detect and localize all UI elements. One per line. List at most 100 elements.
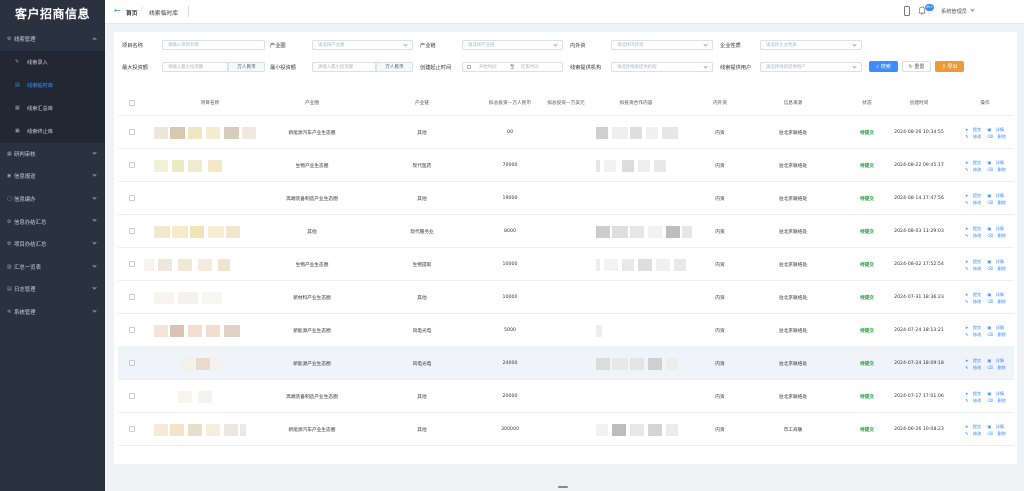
sidebar-item-system[interactable]: ✲ 系统管理 — [0, 301, 105, 324]
submit-link[interactable]: ➤ 提交 — [965, 258, 984, 265]
sidebar-item-info-done[interactable]: ⚙ 信息办结汇总 — [0, 210, 105, 233]
provider-org-select[interactable]: 请选择线索提供机构 — [611, 62, 713, 72]
table-row[interactable]: 高端装备制造产业生态圈 其他 20000 内资 驻北京联络处 待提交 2024-07-17 … — [118, 380, 1014, 413]
calendar-icon — [467, 65, 471, 69]
sidebar-item-project-done[interactable]: ⚙ 项目办结汇总 — [0, 233, 105, 256]
edit-link[interactable]: ✎ 修改 — [965, 430, 984, 437]
row-checkbox[interactable] — [129, 294, 135, 300]
sidebar-item-clue-entry[interactable]: ✎ 线索录入 — [0, 51, 105, 74]
submit-link[interactable]: ➤ 提交 — [965, 357, 984, 364]
detail-link[interactable]: ▣ 详情 — [987, 291, 1007, 298]
edit-link[interactable]: ✎ 修改 — [965, 166, 984, 173]
delete-link[interactable]: ⌫ 删除 — [987, 232, 1009, 239]
sidebar-item-logs[interactable]: ▤ 日志管理 — [0, 278, 105, 301]
arrow-left-icon[interactable]: ← — [114, 6, 121, 15]
detail-link[interactable]: ▣ 详情 — [987, 159, 1007, 166]
redacted-project-name — [188, 127, 202, 139]
project-name-input[interactable] — [162, 40, 265, 50]
resize-handle[interactable] — [558, 486, 568, 488]
detail-link[interactable]: ▣ 详情 — [987, 423, 1007, 430]
detail-link[interactable]: ▣ 详情 — [987, 192, 1007, 199]
edit-link[interactable]: ✎ 修改 — [965, 265, 984, 272]
min-invest-input[interactable] — [312, 62, 376, 72]
edit-link[interactable]: ✎ 修改 — [965, 298, 984, 305]
table-row[interactable]: 新能源汽车产业生态圈 其他 00 内资 驻北京联络处 待提交 2024-08-26 10:3… — [118, 116, 1014, 149]
submit-link[interactable]: ➤ 提交 — [965, 126, 984, 133]
row-checkbox[interactable] — [129, 327, 135, 333]
submit-link[interactable]: ➤ 提交 — [965, 423, 984, 430]
user-name[interactable]: 系统管理员 — [941, 8, 967, 15]
row-checkbox[interactable] — [129, 129, 135, 135]
submit-link[interactable]: ➤ 提交 — [965, 291, 984, 298]
delete-link[interactable]: ⌫ 删除 — [987, 331, 1009, 338]
delete-link[interactable]: ⌫ 删除 — [987, 166, 1009, 173]
edit-link[interactable]: ✎ 修改 — [965, 199, 984, 206]
sidebar-item-clue-management[interactable]: ⚙ 线索管理 — [0, 28, 105, 51]
row-checkbox[interactable] — [129, 261, 135, 267]
submit-link[interactable]: ➤ 提交 — [965, 159, 984, 166]
breadcrumb-home[interactable]: 首页 — [126, 8, 138, 17]
detail-link[interactable]: ▣ 详情 — [987, 390, 1007, 397]
table-row[interactable]: 高端装备制造产业生态圈 其他 19000 内资 驻北京联络处 待提交 2024-08-14 … — [118, 182, 1014, 215]
row-checkbox[interactable] — [129, 162, 135, 168]
sidebar-item-review[interactable]: ▦ 研判审核 — [0, 143, 105, 166]
detail-link[interactable]: ▣ 详情 — [987, 258, 1007, 265]
search-button[interactable]: ⌕ 搜索 — [869, 61, 898, 72]
sidebar-item-clue-summary[interactable]: ▦ 线索汇总库 — [0, 97, 105, 120]
enterprise-type-select[interactable]: 请选择企业性质 — [760, 40, 862, 50]
detail-link[interactable]: ▣ 详情 — [987, 324, 1007, 331]
cell-industry-chain: 生物提取 — [412, 262, 432, 268]
detail-link[interactable]: ▣ 详情 — [987, 225, 1007, 232]
notification-badge: 99+ — [925, 4, 934, 11]
delete-link[interactable]: ⌫ 删除 — [987, 199, 1009, 206]
table-row[interactable]: 新能源产业生态圈 风电光电 5000 内资 驻北京联络处 待提交 2024-07-24 18… — [118, 314, 1014, 347]
industry-circle-select[interactable]: 请选择产业圈 — [312, 40, 413, 50]
submit-link[interactable]: ➤ 提交 — [965, 390, 984, 397]
table-row[interactable]: 新材料产业生态圈 其他 10000 内资 驻北京联络处 待提交 2024-07-31 18:… — [118, 281, 1014, 314]
table-row[interactable]: 新能源产业生态圈 风电光电 24000 内资 驻北京联络处 待提交 2024-07-24 1… — [118, 347, 1014, 380]
table-row[interactable]: 新能源汽车产业生态圈 其他 300000 内资 市工商联 待提交 2024-06-26 10… — [118, 413, 1014, 446]
sidebar-item-edit[interactable]: ▢ 信息编办 — [0, 188, 105, 211]
redacted-project-name — [206, 325, 220, 337]
edit-link[interactable]: ✎ 修改 — [965, 331, 984, 338]
max-invest-input[interactable] — [162, 62, 228, 72]
industry-chain-select[interactable]: 请选择产业链 — [462, 40, 563, 50]
sidebar-item-clue-terminated[interactable]: ▣ 线索终止库 — [0, 120, 105, 143]
row-checkbox[interactable] — [129, 426, 135, 432]
submit-link[interactable]: ➤ 提交 — [965, 192, 984, 199]
table-row[interactable]: 生物产业生态圈 生物提取 10000 内资 驻北京联络处 待提交 2024-08-02 17… — [118, 248, 1014, 281]
delete-link[interactable]: ⌫ 删除 — [987, 430, 1009, 437]
phone-icon[interactable] — [904, 6, 910, 16]
export-button[interactable]: ⇩ 导出 — [935, 61, 964, 72]
sidebar-item-clue-temp[interactable]: ▤ 线索临时库 — [0, 74, 105, 97]
delete-link[interactable]: ⌫ 删除 — [987, 133, 1009, 140]
table-row[interactable]: 其他 现代服务业 8000 内资 驻北京联络处 待提交 2024-08-03 11:29:0… — [118, 215, 1014, 248]
create-time-range[interactable]: 开始时间 至 结束时间 — [462, 62, 563, 72]
cell-create-time: 2024-06-26 10:08:23 — [894, 427, 944, 432]
row-checkbox[interactable] — [129, 360, 135, 366]
sidebar-item-overview[interactable]: ▥ 汇总一览表 — [0, 256, 105, 279]
submit-link[interactable]: ➤ 提交 — [965, 324, 984, 331]
edit-link[interactable]: ✎ 修改 — [965, 232, 984, 239]
table-row[interactable]: 生物产业生态圈 现代医药 70000 内资 驻北京联络处 待提交 2024-08-22 09… — [118, 149, 1014, 182]
delete-link[interactable]: ⌫ 删除 — [987, 397, 1009, 404]
row-checkbox[interactable] — [129, 195, 135, 201]
chevron-down-icon[interactable] — [970, 7, 975, 12]
detail-link[interactable]: ▣ 详情 — [987, 126, 1007, 133]
row-checkbox[interactable] — [129, 393, 135, 399]
edit-link[interactable]: ✎ 修改 — [965, 364, 984, 371]
select-all-checkbox[interactable] — [129, 100, 135, 106]
submit-link[interactable]: ➤ 提交 — [965, 225, 984, 232]
sidebar-item-report[interactable]: ◉ 信息报送 — [0, 165, 105, 188]
edit-link[interactable]: ✎ 修改 — [965, 397, 984, 404]
delete-link[interactable]: ⌫ 删除 — [987, 265, 1009, 272]
domestic-select[interactable]: 请选择内外资 — [611, 40, 713, 50]
provider-user-select[interactable]: 请选择线索提供用户 — [760, 62, 862, 72]
delete-link[interactable]: ⌫ 删除 — [987, 298, 1009, 305]
filter-label-industry-circle: 产业圈 — [270, 43, 286, 49]
reset-button[interactable]: ↻ 重置 — [902, 61, 931, 72]
delete-link[interactable]: ⌫ 删除 — [987, 364, 1009, 371]
row-checkbox[interactable] — [129, 228, 135, 234]
edit-link[interactable]: ✎ 修改 — [965, 133, 984, 140]
detail-link[interactable]: ▣ 详情 — [987, 357, 1007, 364]
